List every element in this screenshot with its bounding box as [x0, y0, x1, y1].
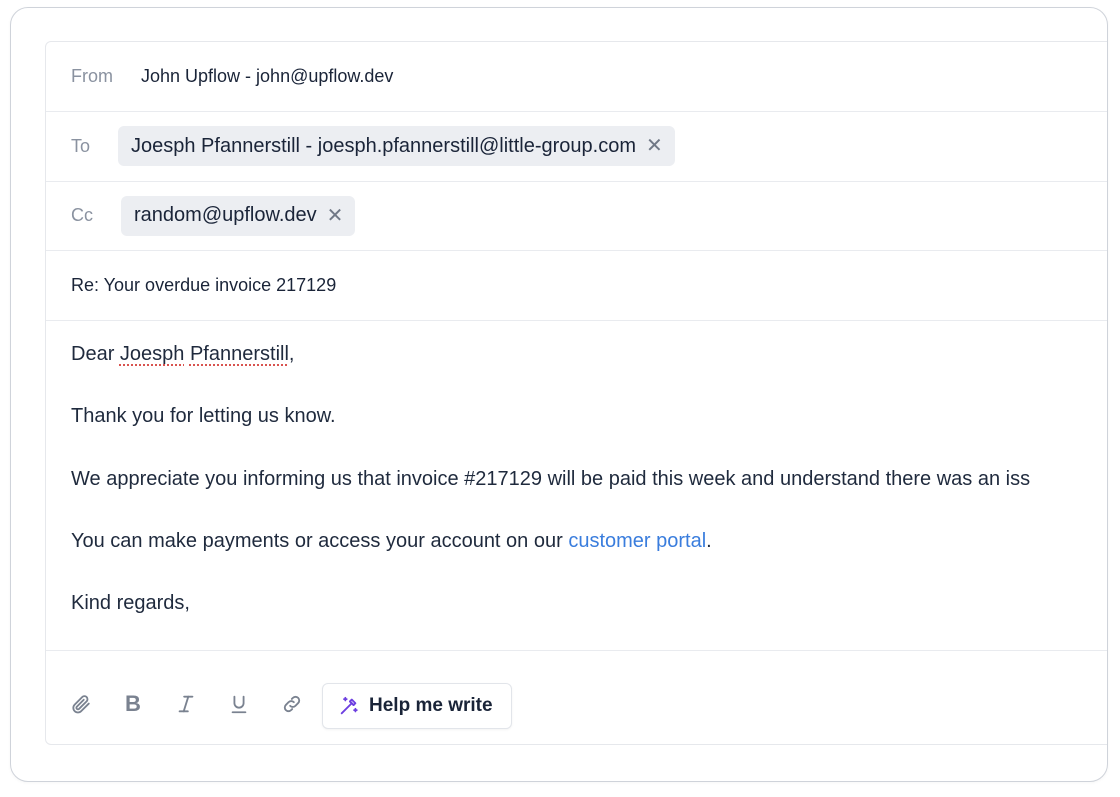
email-composer-card: From John Upflow - john@upflow.dev To Jo… [10, 7, 1108, 782]
help-me-write-label: Help me write [369, 695, 493, 716]
cc-row[interactable]: Cc random@upflow.dev ✕ [46, 181, 1107, 251]
to-recipient-chip[interactable]: Joesph Pfannerstill - joesph.pfannerstil… [118, 126, 675, 166]
greeting-suffix: , [288, 343, 295, 365]
link-icon[interactable] [279, 691, 305, 717]
from-sender[interactable]: John Upflow - john@upflow.dev [141, 66, 393, 87]
from-label: From [71, 66, 113, 86]
cc-label: Cc [71, 205, 93, 225]
subject-input[interactable]: Re: Your overdue invoice 217129 [71, 275, 336, 296]
body-line-3: You can make payments or access your acc… [71, 529, 1107, 591]
remove-recipient-icon[interactable]: ✕ [646, 136, 663, 156]
magic-wand-icon [337, 694, 361, 718]
misspelled-first-name[interactable]: Joesph [120, 343, 185, 365]
customer-portal-link[interactable]: customer portal [568, 530, 706, 552]
body-line-2: We appreciate you informing us that invo… [71, 467, 1031, 490]
bold-icon[interactable]: B [120, 691, 146, 717]
greeting-line: Dear Joesph Pfannerstill, [71, 342, 1107, 404]
cc-recipient-chip[interactable]: random@upflow.dev ✕ [121, 195, 356, 236]
to-recipient-text: Joesph Pfannerstill - joesph.pfannerstil… [131, 134, 636, 157]
to-label: To [71, 135, 91, 156]
from-row: From John Upflow - john@upflow.dev [46, 42, 1107, 112]
underline-icon[interactable] [226, 691, 252, 717]
paperclip-icon[interactable] [68, 691, 94, 717]
to-row[interactable]: To Joesph Pfannerstill - joesph.pfanners… [46, 111, 1107, 182]
remove-cc-icon[interactable]: ✕ [327, 206, 344, 226]
subject-row[interactable]: Re: Your overdue invoice 217129 [46, 250, 1107, 321]
message-body[interactable]: Dear Joesph Pfannerstill, Thank you for … [71, 342, 1107, 653]
formatting-toolbar: B Help me write [46, 650, 1107, 746]
italic-icon[interactable] [173, 691, 199, 717]
body-line-3-prefix: You can make payments or access your acc… [71, 529, 569, 552]
email-composer: From John Upflow - john@upflow.dev To Jo… [45, 41, 1107, 746]
misspelled-last-name[interactable]: Pfannerstill [190, 343, 289, 365]
cc-recipient-text: random@upflow.dev [134, 204, 317, 226]
closing-line: Kind regards, [71, 592, 190, 615]
greeting-prefix: Dear [71, 343, 120, 365]
body-line-1: Thank you for letting us know. [71, 405, 336, 428]
body-line-3-suffix: . [706, 529, 712, 552]
help-me-write-button[interactable]: Help me write [322, 683, 512, 729]
